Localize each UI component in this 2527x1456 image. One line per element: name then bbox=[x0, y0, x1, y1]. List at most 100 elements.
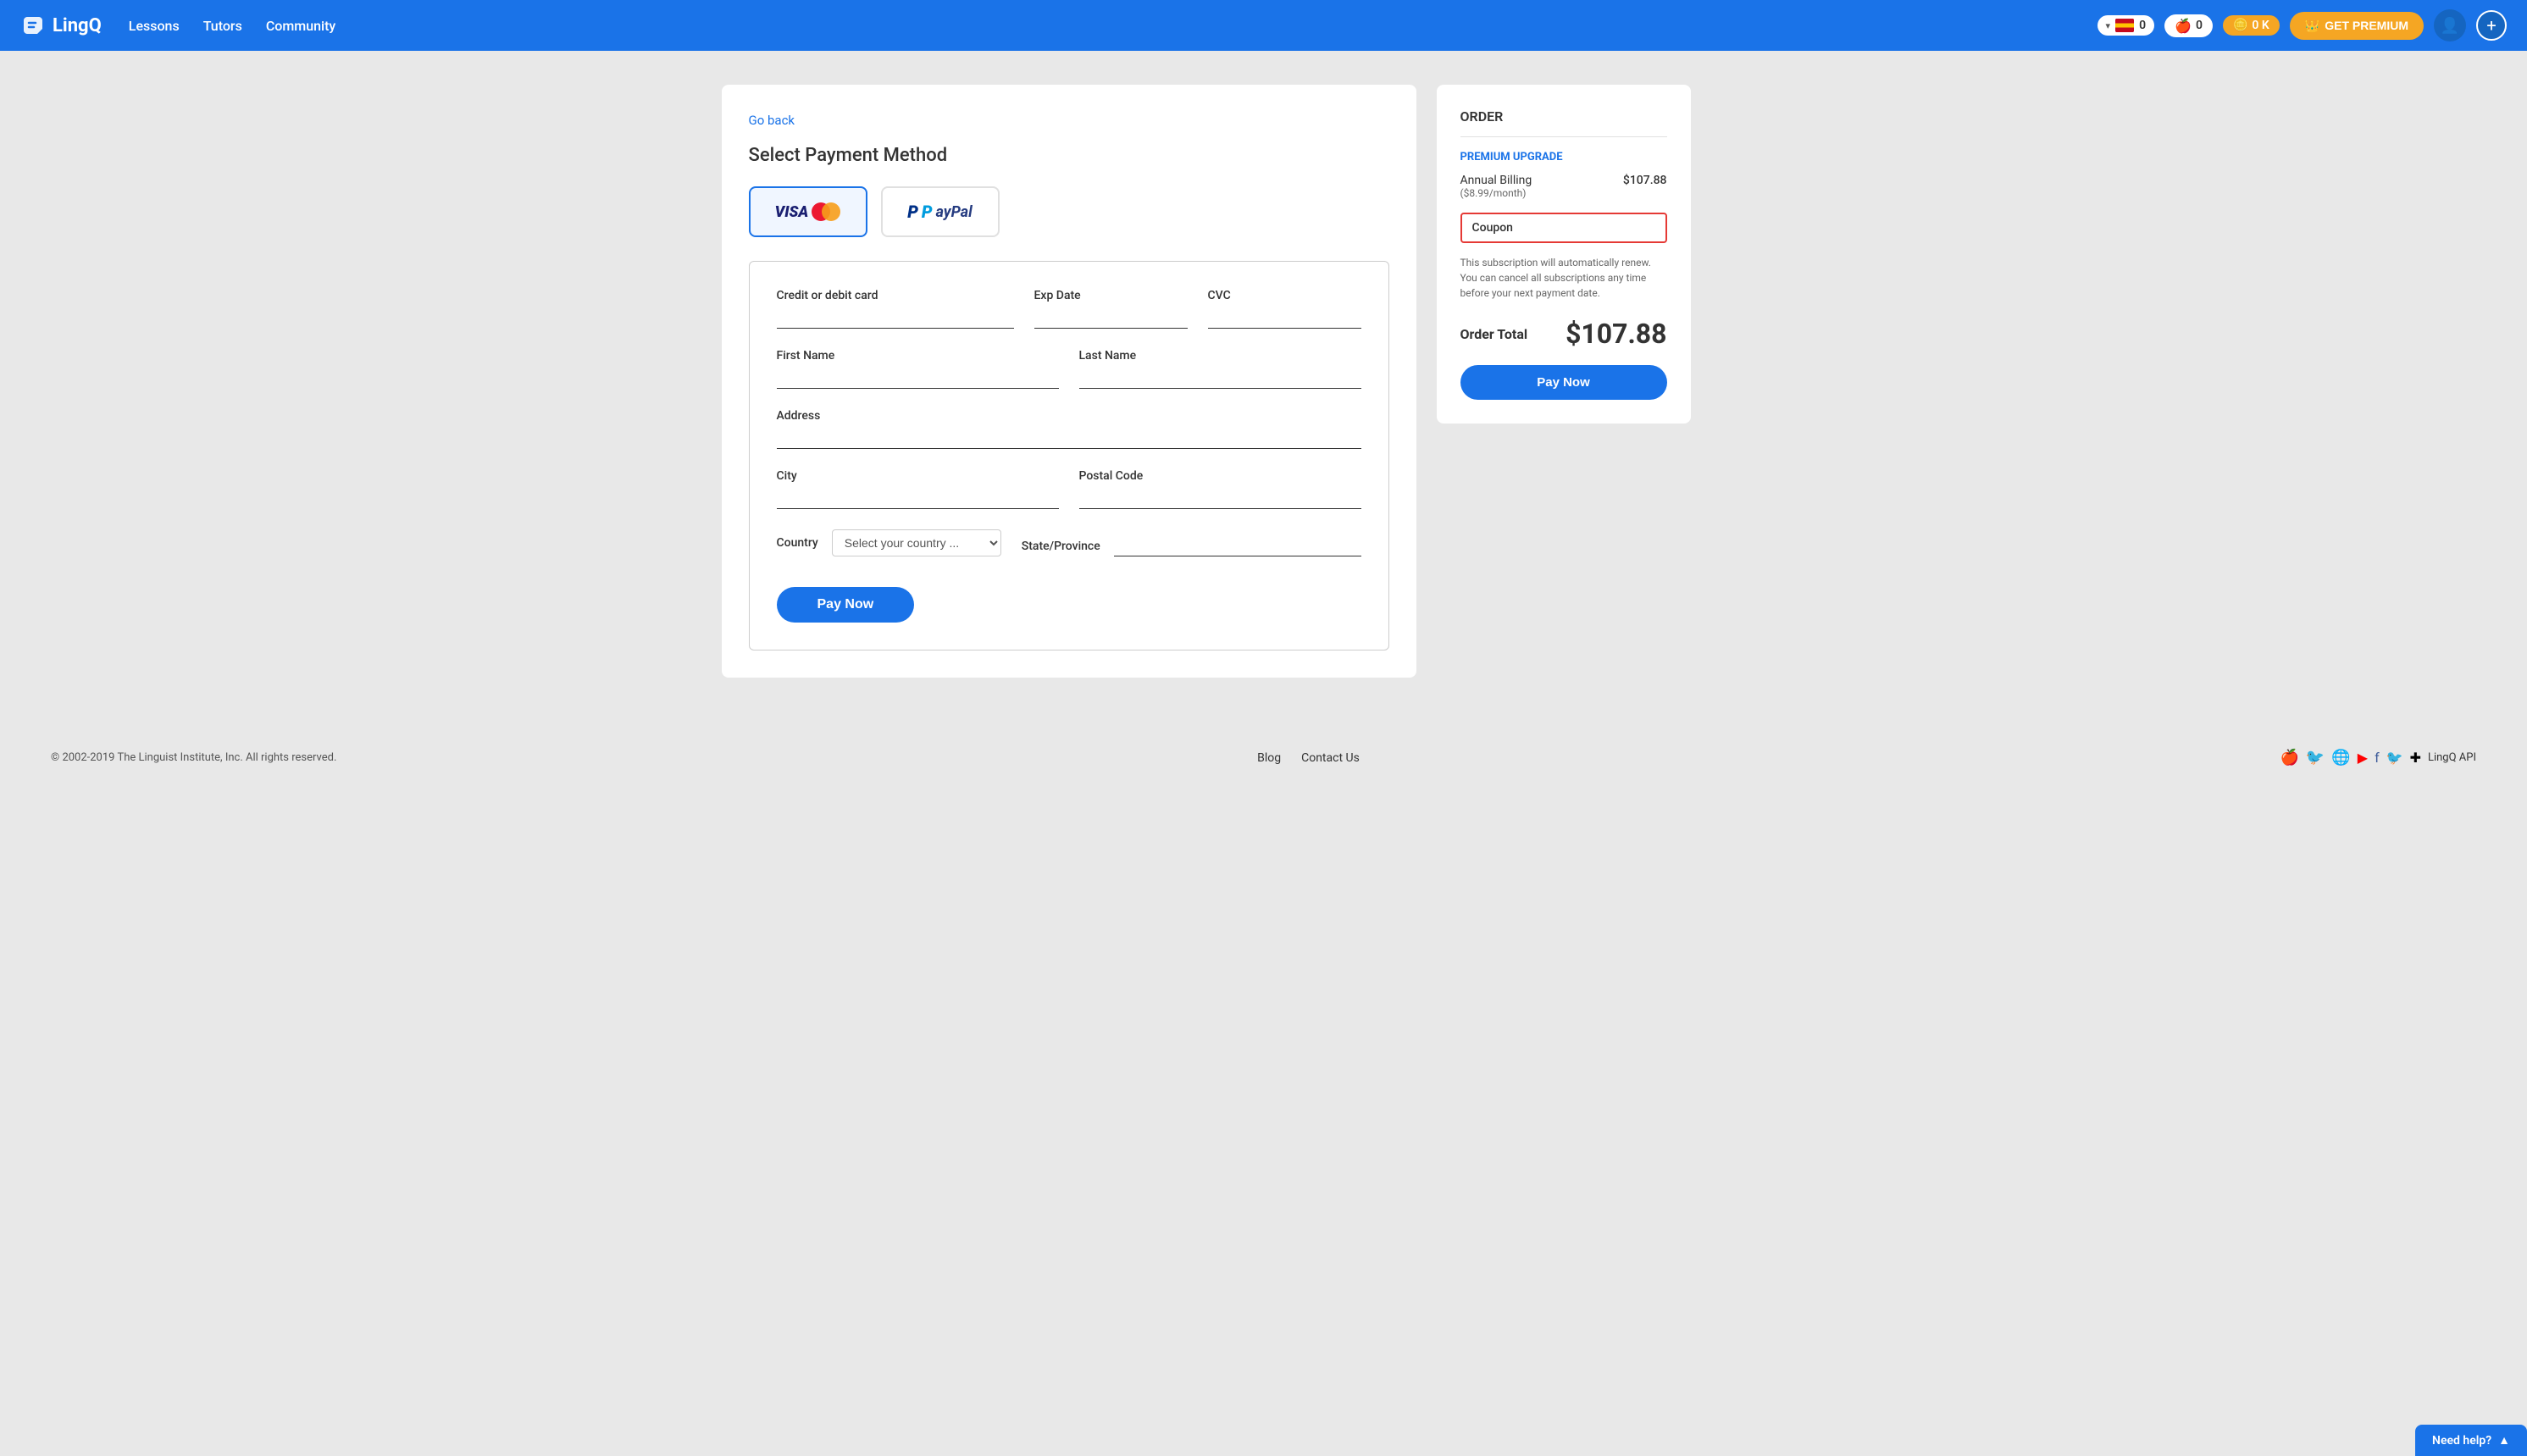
paypal-logo: P P ayPal bbox=[907, 202, 972, 222]
footer-links: Blog Contact Us bbox=[1257, 751, 1360, 765]
coupon-label: Coupon bbox=[1472, 221, 1513, 235]
nav-tutors[interactable]: Tutors bbox=[203, 18, 242, 34]
streak-badge[interactable]: 🍎 0 bbox=[2164, 14, 2213, 37]
country-group: Country Select your country ... bbox=[777, 529, 1001, 556]
mastercard-logo bbox=[812, 202, 840, 221]
footer-blog-link[interactable]: Blog bbox=[1257, 751, 1281, 765]
cvc-group: CVC bbox=[1208, 289, 1361, 329]
exp-date-input[interactable] bbox=[1034, 307, 1188, 329]
visa-payment-method[interactable]: VISA bbox=[749, 186, 867, 237]
go-back-link[interactable]: Go back bbox=[749, 113, 795, 128]
navbar: LingQ Lessons Tutors Community ▾ 0 🍎 0 🪙… bbox=[0, 0, 2527, 51]
chevron-up-icon: ▲ bbox=[2498, 1433, 2510, 1448]
billing-amount: $107.88 bbox=[1623, 174, 1667, 187]
lang-count: 0 bbox=[2139, 19, 2146, 32]
address-group: Address bbox=[777, 409, 1361, 449]
state-input[interactable] bbox=[1114, 535, 1361, 556]
order-total-label: Order Total bbox=[1460, 326, 1528, 342]
city-label: City bbox=[777, 469, 1059, 483]
youtube-footer-icon[interactable]: ▶ bbox=[2358, 750, 2368, 766]
pay-now-button-main[interactable]: Pay Now bbox=[777, 587, 915, 623]
need-help-button[interactable]: Need help? ▲ bbox=[2415, 1425, 2527, 1456]
city-input[interactable] bbox=[777, 488, 1059, 509]
nav-community[interactable]: Community bbox=[266, 18, 335, 34]
footer-copyright: © 2002-2019 The Linguist Institute, Inc.… bbox=[51, 751, 336, 764]
avatar[interactable]: 👤 bbox=[2434, 9, 2466, 42]
main-content: Go back Select Payment Method VISA P P a… bbox=[671, 51, 1857, 711]
postal-code-label: Postal Code bbox=[1079, 469, 1361, 483]
subscription-note: This subscription will automatically ren… bbox=[1460, 255, 1667, 301]
premium-upgrade-label: PREMIUM UPGRADE bbox=[1460, 151, 1667, 163]
pay-now-button-order[interactable]: Pay Now bbox=[1460, 365, 1667, 400]
card-number-label: Credit or debit card bbox=[777, 289, 1014, 302]
twitter-footer-icon[interactable]: 🐦 bbox=[2386, 750, 2403, 766]
apple-footer-icon[interactable]: 🍎 bbox=[2280, 749, 2299, 767]
coupon-input[interactable] bbox=[1521, 221, 1675, 235]
exp-date-label: Exp Date bbox=[1034, 289, 1188, 302]
form-row-card: Credit or debit card Exp Date CVC bbox=[777, 289, 1361, 329]
nav-links: Lessons Tutors Community bbox=[129, 18, 2098, 34]
postal-code-input[interactable] bbox=[1079, 488, 1361, 509]
card-number-group: Credit or debit card bbox=[777, 289, 1014, 329]
country-select[interactable]: Select your country ... bbox=[832, 529, 1001, 556]
last-name-group: Last Name bbox=[1079, 349, 1361, 389]
paypal-icon2: P bbox=[922, 202, 933, 222]
streak-count: 0 bbox=[2196, 19, 2203, 32]
visa-logo: VISA bbox=[775, 203, 809, 221]
payment-panel: Go back Select Payment Method VISA P P a… bbox=[722, 85, 1416, 678]
cvc-input[interactable] bbox=[1208, 307, 1361, 329]
social-footer-icon[interactable]: ✚ bbox=[2410, 750, 2421, 766]
billing-sublabel: ($8.99/month) bbox=[1460, 187, 1532, 199]
chrome-footer-icon[interactable]: 🌐 bbox=[2331, 749, 2350, 767]
form-row-country: Country Select your country ... State/Pr… bbox=[777, 529, 1361, 556]
logo[interactable]: LingQ bbox=[20, 12, 102, 39]
exp-date-group: Exp Date bbox=[1034, 289, 1188, 329]
nav-lessons[interactable]: Lessons bbox=[129, 18, 180, 34]
address-input[interactable] bbox=[777, 428, 1361, 449]
order-panel: ORDER PREMIUM UPGRADE Annual Billing ($8… bbox=[1437, 85, 1691, 424]
order-title: ORDER bbox=[1460, 108, 1667, 137]
cvc-label: CVC bbox=[1208, 289, 1361, 302]
android-footer-icon[interactable]: 🐦 bbox=[2306, 749, 2325, 767]
crown-icon: 👑 bbox=[2305, 19, 2319, 33]
form-row-city: City Postal Code bbox=[777, 469, 1361, 509]
form-row-name: First Name Last Name bbox=[777, 349, 1361, 389]
first-name-label: First Name bbox=[777, 349, 1059, 363]
get-premium-button[interactable]: 👑 GET PREMIUM bbox=[2290, 12, 2424, 40]
card-number-input[interactable] bbox=[777, 307, 1014, 329]
facebook-footer-icon[interactable]: f bbox=[2375, 750, 2380, 766]
need-help-label: Need help? bbox=[2432, 1434, 2491, 1448]
footer-contact-link[interactable]: Contact Us bbox=[1301, 751, 1360, 765]
state-group: State/Province bbox=[1022, 535, 1361, 556]
postal-code-group: Postal Code bbox=[1079, 469, 1361, 509]
last-name-label: Last Name bbox=[1079, 349, 1361, 363]
paypal-payment-method[interactable]: P P ayPal bbox=[881, 186, 1000, 237]
order-total-row: Order Total $107.88 bbox=[1460, 318, 1667, 350]
first-name-group: First Name bbox=[777, 349, 1059, 389]
last-name-input[interactable] bbox=[1079, 368, 1361, 389]
footer-icons: 🍎 🐦 🌐 ▶ f 🐦 ✚ LingQ API bbox=[2280, 749, 2477, 767]
first-name-input[interactable] bbox=[777, 368, 1059, 389]
payment-methods: VISA P P ayPal bbox=[749, 186, 1389, 237]
coins-badge[interactable]: 🪙 0 K bbox=[2223, 15, 2280, 36]
paypal-text: ayPal bbox=[936, 203, 973, 221]
order-total-amount: $107.88 bbox=[1566, 318, 1666, 350]
coins-count: 0 K bbox=[2252, 19, 2269, 32]
footer: © 2002-2019 The Linguist Institute, Inc.… bbox=[0, 728, 2527, 787]
add-button[interactable]: + bbox=[2476, 10, 2507, 41]
billing-row: Annual Billing ($8.99/month) $107.88 bbox=[1460, 174, 1667, 199]
chevron-down-icon: ▾ bbox=[2106, 20, 2111, 31]
address-label: Address bbox=[777, 409, 1361, 423]
billing-info: Annual Billing ($8.99/month) bbox=[1460, 174, 1532, 199]
coupon-row: Coupon bbox=[1460, 213, 1667, 243]
navbar-right: ▾ 0 🍎 0 🪙 0 K 👑 GET PREMIUM 👤 + bbox=[2098, 9, 2507, 42]
paypal-icon: P bbox=[907, 202, 918, 222]
footer-api-label[interactable]: LingQ API bbox=[2428, 751, 2476, 764]
section-title: Select Payment Method bbox=[749, 145, 1389, 166]
plus-icon: + bbox=[2486, 15, 2496, 36]
language-selector[interactable]: ▾ 0 bbox=[2098, 15, 2155, 36]
apple-icon: 🍎 bbox=[2175, 18, 2192, 34]
user-icon: 👤 bbox=[2441, 17, 2459, 35]
billing-label: Annual Billing bbox=[1460, 174, 1532, 187]
spain-flag-icon bbox=[2115, 19, 2134, 32]
